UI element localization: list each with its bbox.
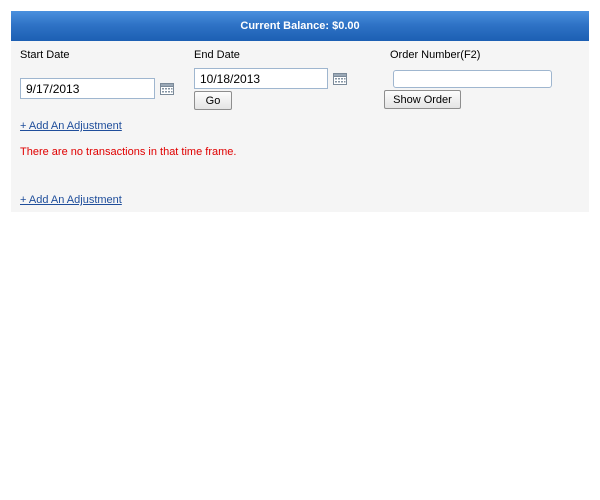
end-date-label: End Date bbox=[194, 49, 240, 61]
start-date-input[interactable] bbox=[20, 78, 155, 99]
transactions-panel: Current Balance: $0.00 Start Date End Da… bbox=[11, 11, 589, 212]
add-adjustment-link-top[interactable]: + Add An Adjustment bbox=[20, 120, 122, 132]
start-date-label: Start Date bbox=[20, 49, 70, 61]
current-balance-bar: Current Balance: $0.00 bbox=[11, 11, 589, 41]
no-transactions-message: There are no transactions in that time f… bbox=[20, 146, 237, 158]
calendar-icon[interactable] bbox=[160, 83, 174, 95]
go-button[interactable]: Go bbox=[194, 91, 232, 110]
end-date-input[interactable] bbox=[194, 68, 328, 89]
order-number-input[interactable] bbox=[393, 70, 552, 88]
add-adjustment-link-bottom[interactable]: + Add An Adjustment bbox=[20, 194, 122, 206]
show-order-button[interactable]: Show Order bbox=[384, 90, 461, 109]
order-number-label: Order Number(F2) bbox=[390, 49, 481, 61]
calendar-icon[interactable] bbox=[333, 73, 347, 85]
